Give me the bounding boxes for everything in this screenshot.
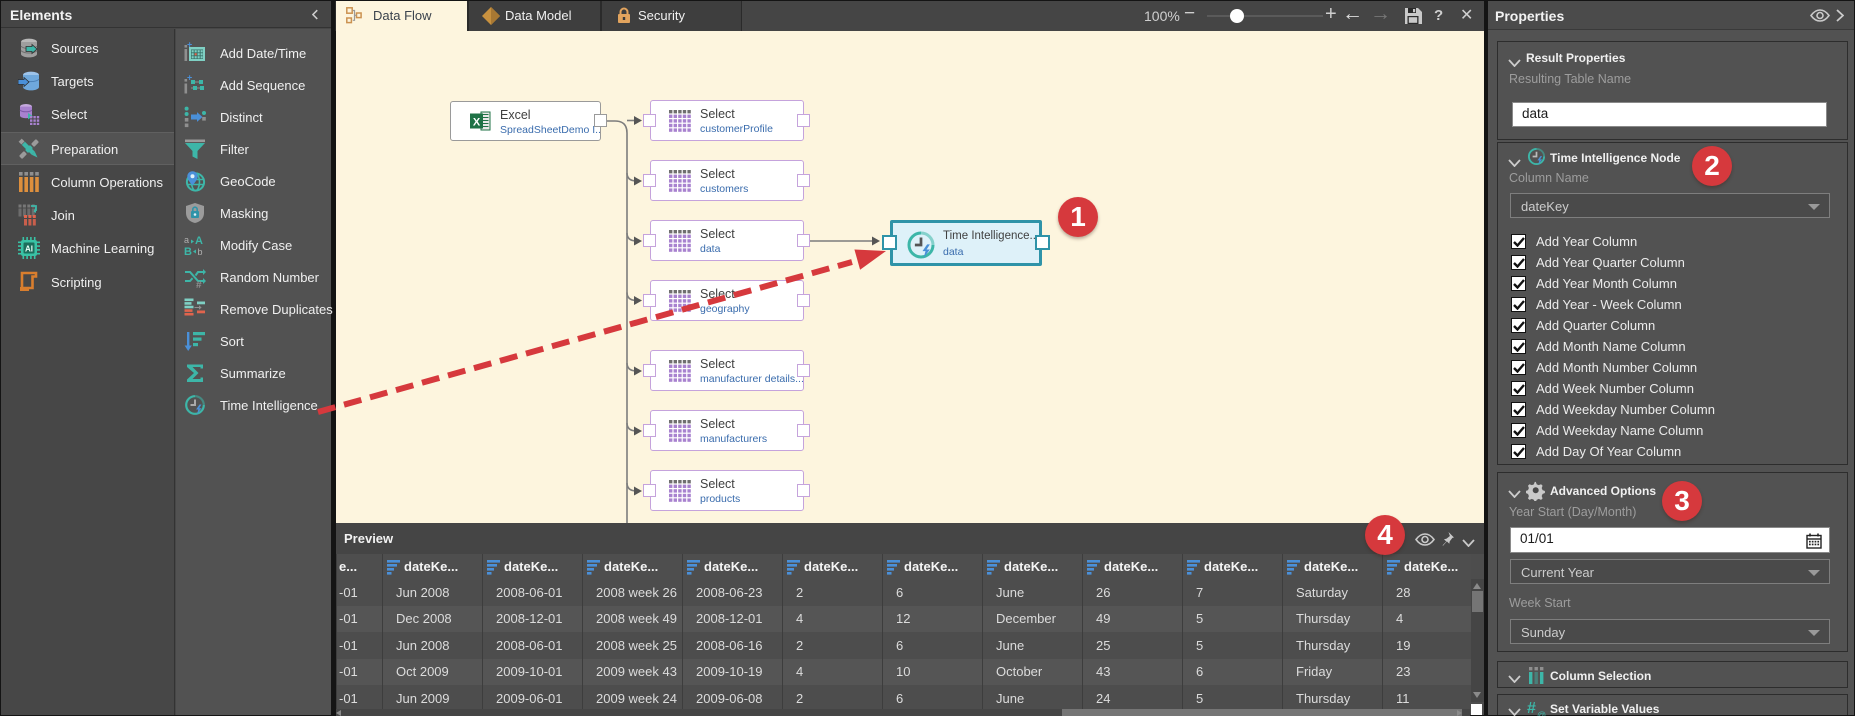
svg-text:A: A: [195, 235, 203, 247]
svg-text:X: X: [473, 117, 481, 129]
svg-text:a: a: [184, 235, 189, 245]
svg-text:B: B: [184, 246, 192, 256]
svg-text:b: b: [198, 247, 203, 256]
svg-text:#: #: [196, 280, 202, 288]
svg-text:AI: AI: [25, 245, 33, 254]
svg-text:#: #: [1527, 700, 1536, 716]
svg-text:@: @: [1537, 710, 1546, 716]
